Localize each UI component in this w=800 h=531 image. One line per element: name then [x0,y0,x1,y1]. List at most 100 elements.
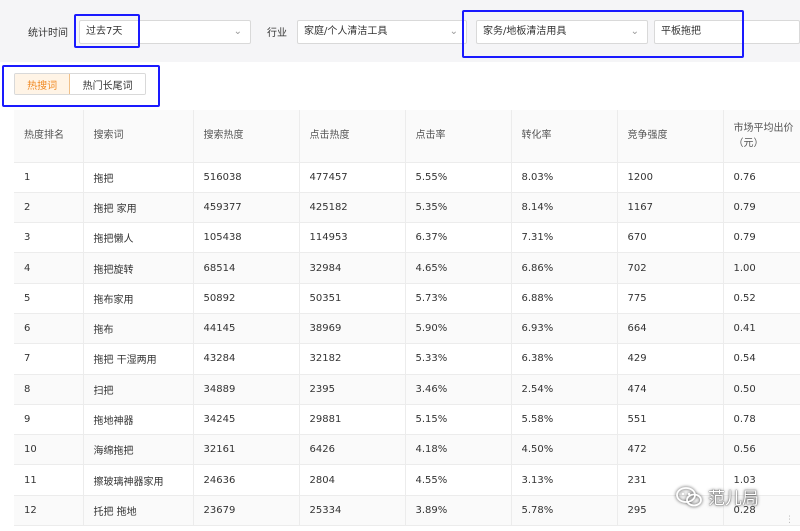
table-row[interactable]: 2 拖把 家用 459377 425182 5.35% 8.14% 1167 0.79 [14,192,800,224]
header-rank[interactable]: 热度排名 [14,110,84,163]
cell-competition: 472 [617,434,724,466]
cell-conversion: 6.93% [511,313,618,345]
cell-search-term: 拖把 干湿两用 [83,343,194,375]
cell-click-heat: 6426 [299,434,406,466]
cell-search-heat: 105438 [193,222,300,254]
cell-search-heat: 32161 [193,434,300,466]
cell-search-term: 扫把 [83,374,194,405]
header-conversion[interactable]: 转化率 [511,110,618,163]
cell-search-term: 海绵拖把 [83,434,194,466]
cell-conversion: 6.38% [511,343,618,375]
industry-select[interactable]: 家庭/个人清洁工具 ⌄ [297,20,467,44]
watermark: 范儿局 [676,484,759,509]
cell-competition: 702 [617,252,724,284]
time-select-value: 过去7天 [86,26,123,37]
header-click-heat[interactable]: 点击热度 [299,110,406,163]
cell-click-heat: 425182 [299,192,406,224]
time-label: 统计时间 [28,28,68,39]
cell-ctr: 4.65% [405,252,512,284]
industry-label: 行业 [267,28,287,39]
cell-conversion: 2.54% [511,374,618,405]
cell-click-heat: 114953 [299,222,406,254]
cell-ctr: 3.46% [405,374,512,405]
table-row[interactable]: 9 拖地神器 34245 29881 5.15% 5.58% 551 0.78 [14,404,800,436]
header-search-heat[interactable]: 搜索热度 [193,110,300,163]
table-row[interactable]: 6 拖布 44145 38969 5.90% 6.93% 664 0.41 [14,313,800,345]
cell-rank: 1 [14,162,84,193]
cell-avg-bid: 1.00 [723,252,800,284]
cell-ctr: 3.89% [405,495,512,527]
sub-category-select[interactable]: 家务/地板清洁用具 ⌄ [476,20,648,44]
table-body: 1 拖把 516038 477457 5.55% 8.03% 1200 0.76 2 拖把 家用 4… [14,162,800,527]
cell-avg-bid: 0.41 [723,313,800,345]
cell-rank: 11 [14,464,84,496]
cell-rank: 8 [14,374,84,405]
cell-conversion: 4.50% [511,434,618,466]
cell-click-heat: 29881 [299,404,406,436]
time-select[interactable]: 过去7天 ⌄ [79,20,251,44]
cell-conversion: 3.13% [511,464,618,496]
cell-competition: 775 [617,283,724,314]
cell-competition: 664 [617,313,724,345]
table-row[interactable]: 7 拖把 干湿两用 43284 32182 5.33% 6.38% 429 0.54 [14,343,800,375]
cell-search-term: 拖把旋转 [83,252,194,284]
table-row[interactable]: 3 拖把懒人 105438 114953 6.37% 7.31% 670 0.79 [14,222,800,254]
header-search-term[interactable]: 搜索词 [83,110,194,163]
table-row[interactable]: 8 扫把 34889 2395 3.46% 2.54% 474 0.50 [14,374,800,405]
cell-competition: 670 [617,222,724,254]
cell-avg-bid: 0.79 [723,192,800,224]
cell-competition: 551 [617,404,724,436]
cell-competition: 1167 [617,192,724,224]
header-competition[interactable]: 竞争强度 [617,110,724,163]
cell-search-heat: 459377 [193,192,300,224]
cell-avg-bid: 0.79 [723,222,800,254]
table-row[interactable]: 5 拖布家用 50892 50351 5.73% 6.88% 775 0.52 [14,283,800,314]
cell-search-heat: 23679 [193,495,300,527]
cell-search-term: 拖把 家用 [83,192,194,224]
cell-search-heat: 50892 [193,283,300,314]
filter-bar: 统计时间 过去7天 ⌄ 行业 家庭/个人清洁工具 ⌄ 家务/地板清洁用具 ⌄ 平… [0,0,800,62]
header-ctr[interactable]: 点击率 [405,110,512,163]
cell-click-heat: 2395 [299,374,406,405]
cell-conversion: 5.58% [511,404,618,436]
cell-rank: 2 [14,192,84,224]
cell-rank: 9 [14,404,84,436]
tab-long-tail[interactable]: 热门长尾词 [70,74,145,94]
table-row[interactable]: 10 海绵拖把 32161 6426 4.18% 4.50% 472 0.56 [14,434,800,466]
cell-search-heat: 34245 [193,404,300,436]
cell-ctr: 5.35% [405,192,512,224]
cell-click-heat: 50351 [299,283,406,314]
table-row[interactable]: 4 拖把旋转 68514 32984 4.65% 6.86% 702 1.00 [14,252,800,284]
cell-search-heat: 34889 [193,374,300,405]
cell-search-term: 拖地神器 [83,404,194,436]
cell-search-heat: 43284 [193,343,300,375]
keyword-select[interactable]: 平板拖把 [654,20,800,44]
chevron-down-icon: ⌄ [630,26,639,37]
cell-competition: 1200 [617,162,724,193]
chevron-down-icon: ⌄ [233,26,242,37]
cell-click-heat: 32182 [299,343,406,375]
cell-ctr: 6.37% [405,222,512,254]
cell-conversion: 5.78% [511,495,618,527]
header-avg-bid[interactable]: 市场平均出价（元） [723,110,800,163]
cell-search-term: 拖把 [83,162,194,193]
table-row[interactable]: 1 拖把 516038 477457 5.55% 8.03% 1200 0.76 [14,162,800,193]
resize-handle-icon[interactable]: ⋮ [785,515,794,525]
cell-rank: 10 [14,434,84,466]
cell-click-heat: 25334 [299,495,406,527]
cell-ctr: 5.73% [405,283,512,314]
cell-avg-bid: 0.78 [723,404,800,436]
cell-avg-bid: 0.76 [723,162,800,193]
watermark-text: 范儿局 [708,489,759,509]
cell-rank: 3 [14,222,84,254]
cell-avg-bid: 0.50 [723,374,800,405]
cell-search-heat: 44145 [193,313,300,345]
keyword-tabs: 热搜词 热门长尾词 [14,73,146,95]
cell-ctr: 4.18% [405,434,512,466]
cell-ctr: 5.33% [405,343,512,375]
cell-search-term: 拖布家用 [83,283,194,314]
tab-hot-search[interactable]: 热搜词 [15,74,71,94]
cell-conversion: 8.03% [511,162,618,193]
cell-ctr: 4.55% [405,464,512,496]
cell-click-heat: 32984 [299,252,406,284]
